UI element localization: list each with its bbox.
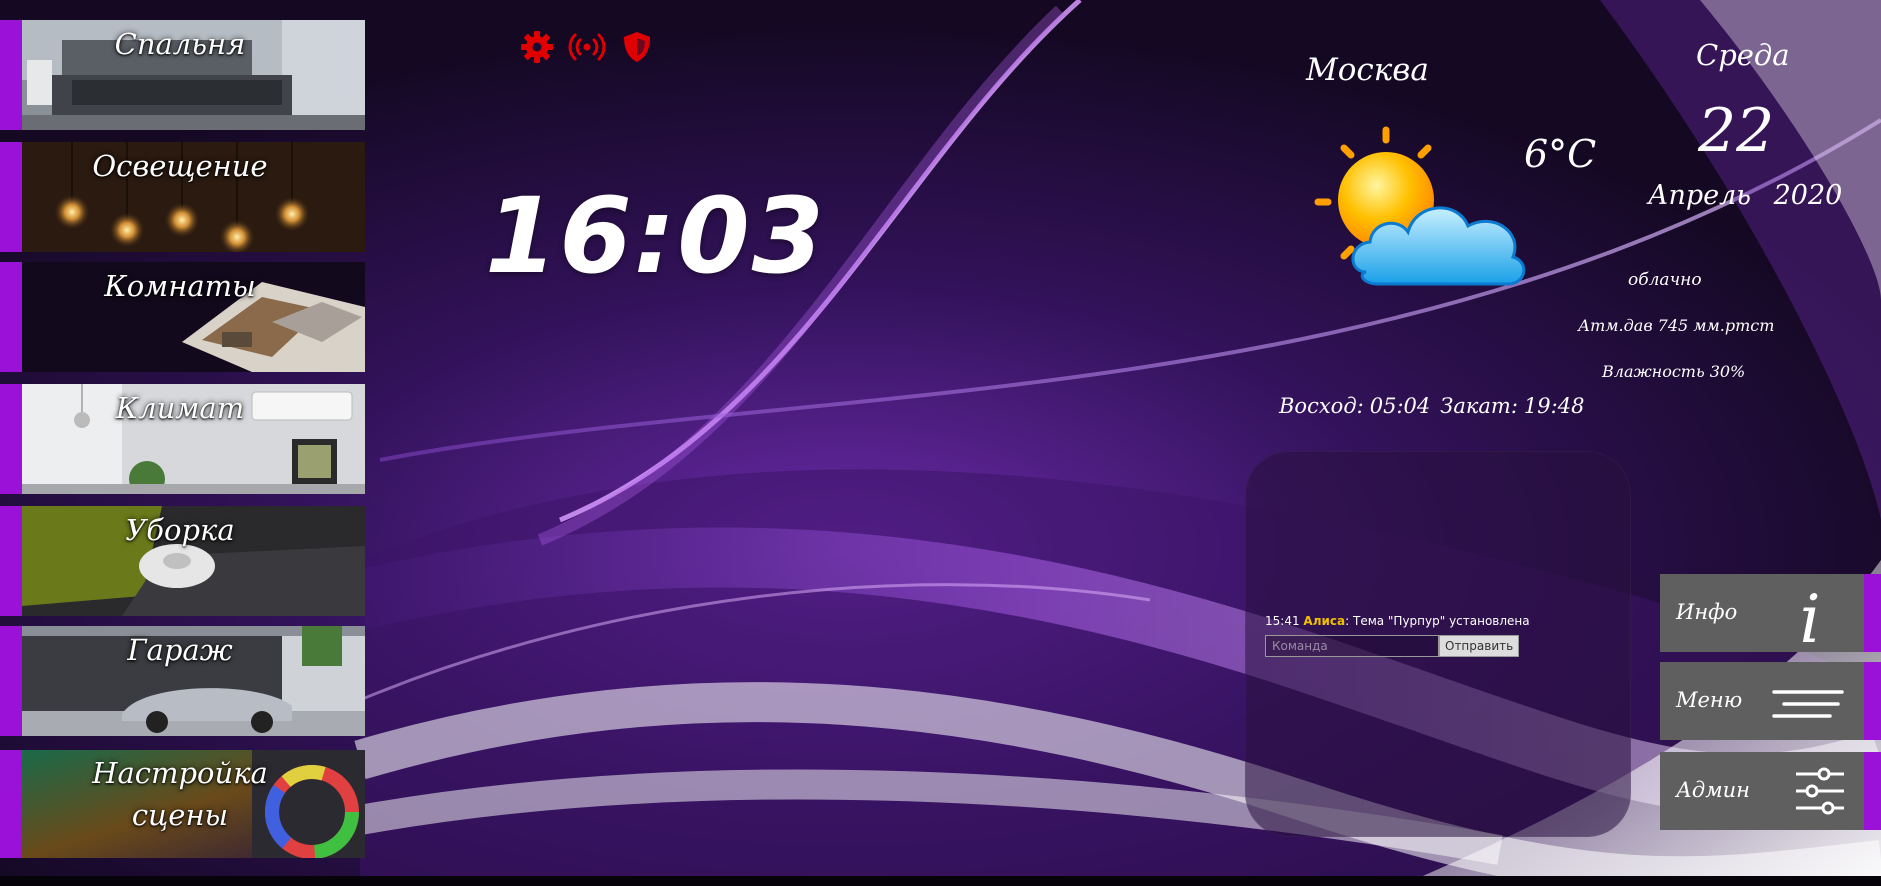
info-button[interactable]: Инфо i <box>1660 574 1881 652</box>
sunset-time: 19:48 <box>1523 394 1585 418</box>
month-year: Апрель 2020 <box>1648 180 1842 211</box>
sidebar-item-rooms[interactable]: Комнаты <box>0 262 365 372</box>
weather-description: облачно <box>1628 270 1702 290</box>
admin-button-label: Админ <box>1676 778 1750 802</box>
send-button[interactable]: Отправить <box>1439 635 1520 657</box>
sun-cloud-icon <box>1314 126 1526 286</box>
humidity-label: Влажность <box>1602 362 1705 381</box>
atmospheric-pressure: Атм.дав 745 мм.ртст <box>1578 316 1774 335</box>
sidebar-item-scene-settings[interactable]: Настройка сцены <box>0 750 365 858</box>
command-input[interactable] <box>1265 635 1439 657</box>
info-button-label: Инфо <box>1676 600 1738 624</box>
sidebar-item-climate[interactable]: Климат <box>0 384 365 494</box>
day-number: 22 <box>1698 96 1775 166</box>
sliders-icon <box>1796 767 1844 815</box>
sidebar-accent <box>0 384 22 494</box>
sidebar-item-label: Настройка сцены <box>92 756 268 832</box>
menu-icon <box>1772 690 1844 718</box>
assistant-chat-panel: 15:41 Алиса: Тема "Пурпур" установлена О… <box>1245 451 1631 837</box>
sunrise-time: 05:04 <box>1369 394 1431 418</box>
menu-button[interactable]: Меню <box>1660 662 1881 740</box>
city-name: Москва <box>1306 52 1429 88</box>
button-accent <box>1864 574 1881 652</box>
sidebar-item-label: Уборка <box>125 513 235 547</box>
sunset-label: Закат: <box>1440 394 1518 418</box>
sidebar-item-label: Спальня <box>114 27 246 61</box>
button-accent <box>1864 752 1881 830</box>
sidebar-item-label: Гараж <box>127 633 233 667</box>
menu-button-label: Меню <box>1676 688 1743 712</box>
sidebar-item-label: Освещение <box>92 149 268 183</box>
sidebar-item-bedroom[interactable]: Спальня <box>0 20 365 130</box>
humidity-value: 30% <box>1709 362 1746 381</box>
year: 2020 <box>1773 180 1843 211</box>
month: Апрель <box>1648 180 1751 211</box>
sidebar-item-label: Климат <box>115 391 245 425</box>
gear-icon[interactable] <box>518 28 556 66</box>
temperature: 6°C <box>1524 132 1597 176</box>
sidebar-item-label: Комнаты <box>104 269 256 303</box>
chat-message-time: 15:41 <box>1265 614 1300 628</box>
shield-icon[interactable] <box>618 28 656 66</box>
sidebar-accent <box>0 20 22 130</box>
clock: 16:03 <box>485 175 827 297</box>
bottom-bar <box>0 876 1881 886</box>
sidebar-item-lighting[interactable]: Освещение <box>0 142 365 252</box>
sidebar-item-garage[interactable]: Гараж <box>0 626 365 736</box>
info-icon: i <box>1799 581 1820 646</box>
status-icons <box>518 28 656 66</box>
chat-message-sender: Алиса <box>1303 614 1346 628</box>
sidebar-accent <box>0 262 22 372</box>
sidebar-item-cleaning[interactable]: Уборка <box>0 506 365 616</box>
button-accent <box>1864 662 1881 740</box>
pressure-label: Атм.дав <box>1578 316 1653 335</box>
sidebar-accent <box>0 142 22 252</box>
wireless-signal-icon[interactable] <box>568 28 606 66</box>
sidebar-accent <box>0 506 22 616</box>
pressure-value: 745 мм.ртст <box>1657 316 1775 335</box>
admin-button[interactable]: Админ <box>1660 752 1881 830</box>
chat-message: 15:41 Алиса: Тема "Пурпур" установлена <box>1265 614 1530 628</box>
sun-times: Восход: 05:04 Закат: 19:48 <box>1279 394 1590 418</box>
sunrise-label: Восход: <box>1279 394 1364 418</box>
chat-form: Отправить <box>1265 635 1520 657</box>
sidebar-accent <box>0 750 22 858</box>
chat-message-text: : Тема "Пурпур" установлена <box>1345 614 1530 628</box>
weekday: Среда <box>1696 38 1790 72</box>
svg-text:i: i <box>1799 581 1820 646</box>
humidity: Влажность 30% <box>1602 362 1745 381</box>
sidebar-accent <box>0 626 22 736</box>
